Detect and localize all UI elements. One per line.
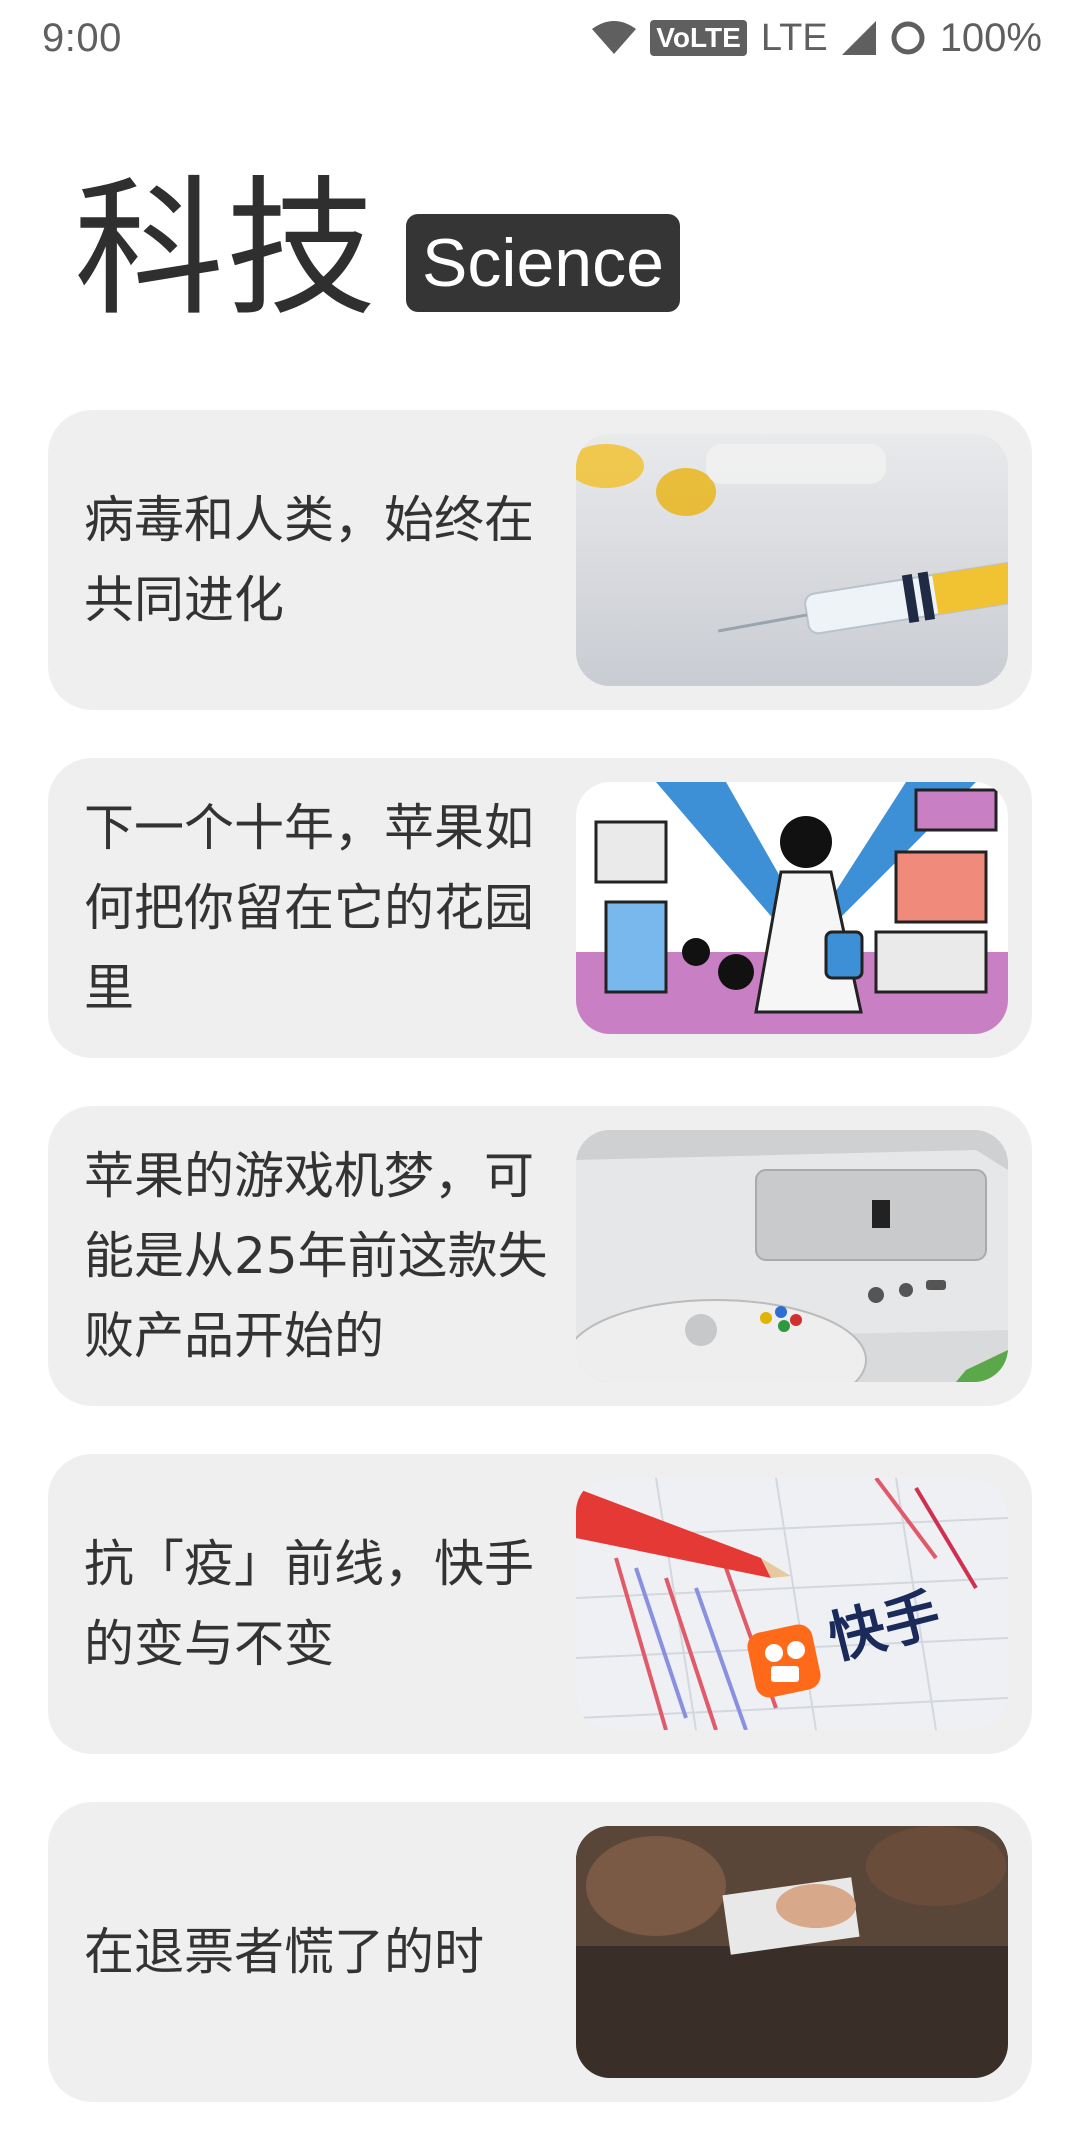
article-card[interactable]: 下一个十年，苹果如何把你留在它的花园里 (48, 758, 1032, 1058)
article-card[interactable]: 病毒和人类，始终在共同进化 (48, 410, 1032, 710)
signal-icon (841, 21, 876, 55)
article-thumbnail-console (576, 1130, 1008, 1382)
status-time: 9:00 (42, 15, 122, 60)
page-header: 科技 Science (74, 170, 680, 330)
article-title: 在退票者慌了的时 (84, 1923, 484, 1981)
article-title: 病毒和人类，始终在共同进化 (84, 491, 534, 629)
network-type: LTE (760, 16, 828, 59)
article-list: 病毒和人类，始终在共同进化 下一个十年，苹果如何把你留在它的花园里 苹果的游戏机… (48, 410, 1032, 2150)
article-thumbnail-illustration (576, 782, 1008, 1034)
page-title: 科技 (74, 163, 379, 337)
battery-percent: 100% (939, 15, 1042, 60)
volte-badge: VoLTE (650, 20, 747, 56)
article-card[interactable]: 在退票者慌了的时 (48, 1802, 1032, 2102)
article-title: 苹果的游戏机梦，可能是从25年前这款失败产品开始的 (84, 1147, 548, 1365)
category-badge: Science (406, 214, 680, 312)
wifi-icon (592, 21, 637, 55)
status-bar: 9:00 VoLTE LTE 100% (0, 0, 1080, 76)
battery-icon (890, 20, 926, 56)
article-card[interactable]: 抗「疫」前线，快手的变与不变 快手 (48, 1454, 1032, 1754)
article-thumbnail-ticket (576, 1826, 1008, 2078)
status-icons: VoLTE LTE 100% (592, 16, 1042, 61)
article-thumbnail-syringe (576, 434, 1008, 686)
article-title: 抗「疫」前线，快手的变与不变 (84, 1535, 534, 1673)
article-title: 下一个十年，苹果如何把你留在它的花园里 (84, 799, 534, 1017)
article-card[interactable]: 苹果的游戏机梦，可能是从25年前这款失败产品开始的 (48, 1106, 1032, 1406)
article-thumbnail-kuaishou: 快手 (576, 1478, 1008, 1730)
